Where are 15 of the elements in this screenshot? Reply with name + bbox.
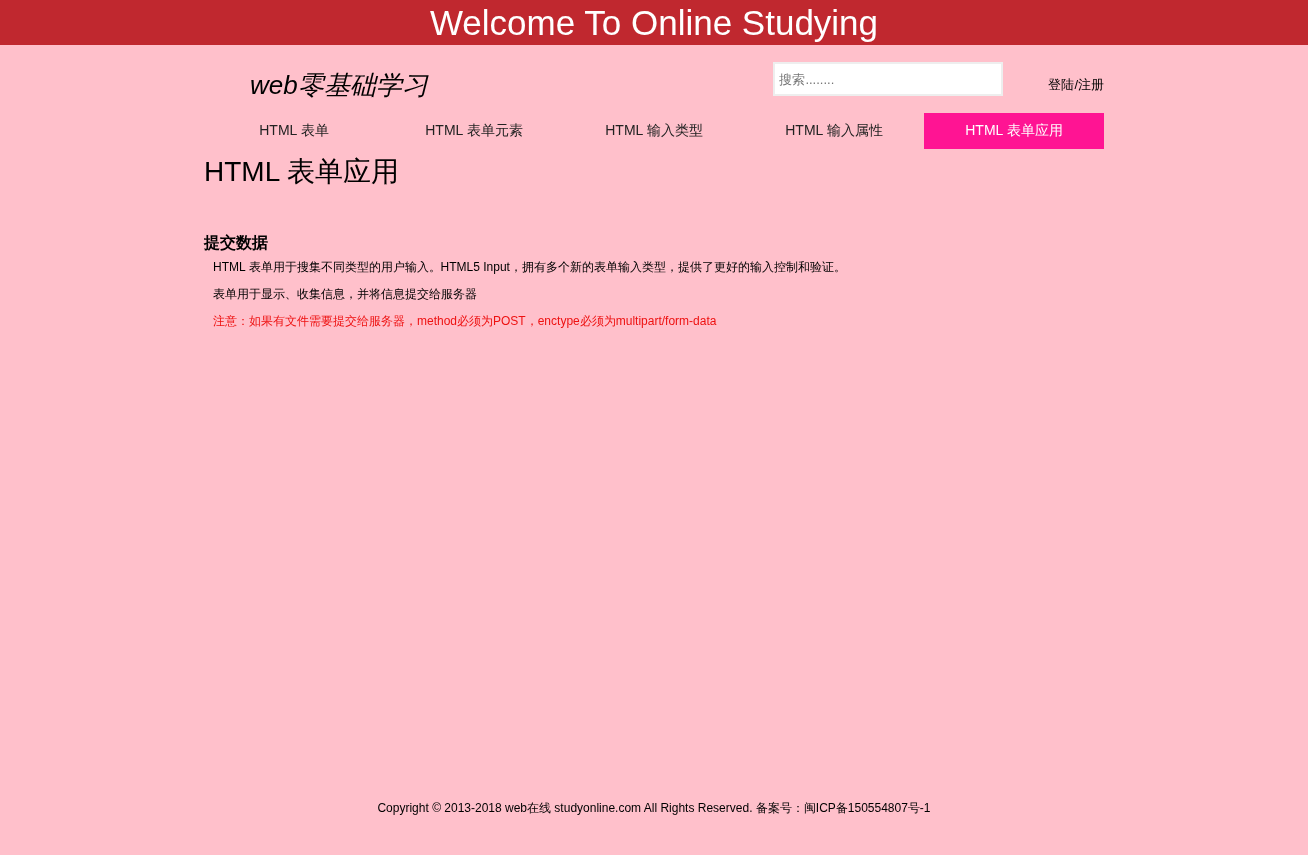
- paragraph: 表单用于显示、收集信息，并将信息提交给服务器: [213, 287, 478, 302]
- search-field[interactable]: 搜索........: [773, 62, 1004, 96]
- page-title: HTML 表单应用: [204, 155, 400, 189]
- nav-tab[interactable]: HTML 输入类型: [564, 113, 744, 149]
- nav-tab[interactable]: HTML 表单: [204, 113, 384, 149]
- login-link[interactable]: 登陆/注册: [1048, 64, 1104, 94]
- site-logo: web零基础学习: [250, 68, 430, 102]
- section-heading: 提交数据: [204, 233, 269, 253]
- banner-title: Welcome To Online Studying: [429, 2, 879, 43]
- paragraph: HTML 表单用于搜集不同类型的用户输入。HTML5 Input，拥有多个新的表单输入类型，提供了更好的输入控制和验证。: [213, 260, 847, 275]
- nav-tab[interactable]: HTML 输入属性: [744, 113, 924, 149]
- nav-tab[interactable]: HTML 表单元素: [384, 113, 564, 149]
- nav-tab[interactable]: HTML 表单应用: [924, 113, 1104, 149]
- copyright-text: Copyright © 2013-2018 web在线 studyonline.com All Rights Reserved. 备案号：闽ICP备150554807号-1: [377, 801, 931, 815]
- note-text: 注意：如果有文件需要提交给服务器，method必须为POST，enctype必须为multipart/form-data: [213, 314, 718, 329]
